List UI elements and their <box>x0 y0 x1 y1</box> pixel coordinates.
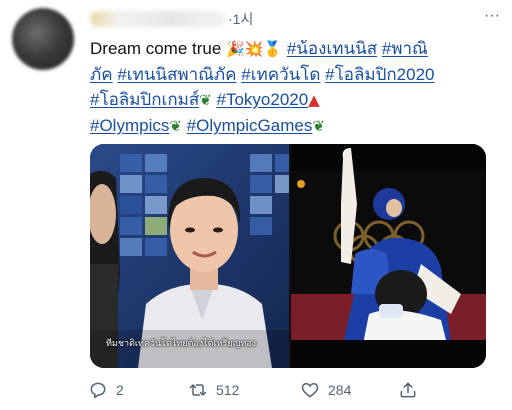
laurel-wreath-icon: ❦ <box>312 117 325 135</box>
hashtag-link[interactable]: #พาณิ <box>382 39 428 58</box>
tv-host-illustration <box>90 144 289 368</box>
media-caption: ทีมชาติเทควันโดไทยต้องได้เหรียญทอง <box>106 339 257 349</box>
retweet-button[interactable]: 512 <box>188 378 239 402</box>
tweet-text: Dream come true 🎉💥🥇 #น้องเทนนิส #พาณิ ภัค… <box>90 36 500 139</box>
reply-count: 2 <box>116 382 124 398</box>
laurel-wreath-icon: ❦ <box>169 117 182 135</box>
like-button[interactable]: 284 <box>300 378 351 402</box>
tweet-time[interactable]: ·1시 <box>228 9 253 29</box>
hashtag-link[interactable]: #OlympicGames <box>187 116 313 135</box>
tweet-header: ·1시 <box>90 8 253 30</box>
like-count: 284 <box>328 382 352 398</box>
tweet-text-line: Dream come true 🎉💥🥇 #น้องเทนนิส #พาณิ <box>90 36 500 62</box>
taekwondo-illustration <box>291 144 486 368</box>
hashtag-link[interactable]: ภัค <box>90 65 113 84</box>
more-options-icon[interactable]: ··· <box>484 8 500 24</box>
hashtag-link[interactable]: #น้องเทนนิส <box>287 39 377 58</box>
tweet-text-line: #Olympics❦ #OlympicGames❦ <box>90 113 500 139</box>
tweet-text-span: Dream come true <box>90 39 227 58</box>
reply-button[interactable]: 2 <box>88 378 124 402</box>
hashtag-link[interactable]: #โอลิมปิกเกมส์ <box>90 90 199 109</box>
retweet-count: 512 <box>216 382 240 398</box>
hashtag-link[interactable]: #โอลิมปิก2020 <box>325 65 434 84</box>
collision-icon: 💥 <box>244 40 264 58</box>
retweet-icon <box>189 384 207 396</box>
share-icon <box>400 382 416 398</box>
author-avatar[interactable] <box>12 8 74 70</box>
tokyo-tower-icon: ▲ <box>308 91 320 109</box>
heart-icon <box>301 383 319 398</box>
tweet-text-line: ภัค #เทนนิสพาณิภัค #เทควันโด #โอลิมปิก20… <box>90 62 500 87</box>
hashtag-link[interactable]: #Olympics <box>90 116 169 135</box>
hashtag-link[interactable]: #เทนนิสพาณิภัค <box>117 65 236 84</box>
hashtag-link[interactable]: #เทควันโด <box>241 65 320 84</box>
gold-medal-icon: 🥇 <box>263 40 283 58</box>
tweet-media[interactable]: ทีมชาติเทควันโดไทยต้องได้เหรียญทอง <box>90 144 486 368</box>
party-popper-icon: 🎉 <box>226 40 245 58</box>
tweet-actions-bar: 2 512 284 <box>88 378 498 402</box>
author-name-blurred[interactable] <box>90 11 226 27</box>
tweet-text-line: #โอลิมปิกเกมส์❦ #Tokyo2020▲ <box>90 87 500 113</box>
hashtag-link[interactable]: #Tokyo2020 <box>217 90 309 109</box>
media-photo-taekwondo[interactable] <box>291 144 486 368</box>
laurel-wreath-icon: ❦ <box>199 91 212 109</box>
reply-icon <box>90 382 106 399</box>
media-photo-tv-host[interactable]: ทีมชาติเทควันโดไทยต้องได้เหรียญทอง <box>90 144 289 368</box>
share-button[interactable] <box>398 378 418 402</box>
